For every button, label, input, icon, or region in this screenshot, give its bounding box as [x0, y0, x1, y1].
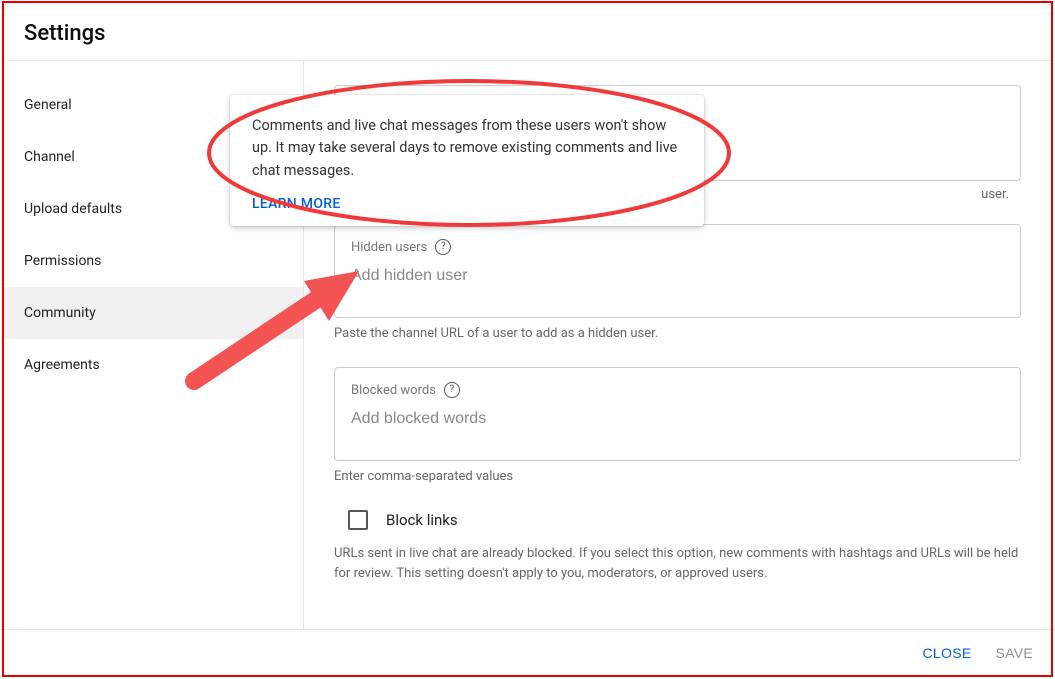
hidden-users-card: Hidden users ? [334, 224, 1021, 318]
block-links-label: Block links [386, 511, 458, 529]
blocked-words-input[interactable] [351, 410, 1004, 428]
help-icon[interactable]: ? [435, 239, 451, 255]
hidden-users-helper: Paste the channel URL of a user to add a… [334, 326, 1021, 341]
sidebar-item-agreements[interactable]: Agreements [4, 339, 303, 391]
hidden-users-label: Hidden users [351, 240, 427, 255]
tooltip-text: Comments and live chat messages from the… [252, 115, 682, 182]
dialog-footer: CLOSE SAVE [4, 629, 1051, 675]
hidden-user-input[interactable] [351, 267, 1004, 285]
blocked-words-helper: Enter comma-separated values [334, 469, 1021, 484]
close-button[interactable]: CLOSE [923, 645, 972, 661]
moderators-helper-tail: user. [981, 187, 1009, 202]
block-links-row: Block links [348, 510, 1021, 530]
block-links-description: URLs sent in live chat are already block… [334, 544, 1021, 583]
learn-more-link[interactable]: LEARN MORE [252, 196, 682, 212]
hidden-users-tooltip: Comments and live chat messages from the… [230, 95, 704, 226]
blocked-words-label: Blocked words [351, 383, 436, 398]
save-button[interactable]: SAVE [995, 645, 1033, 661]
page-title: Settings [24, 21, 1031, 46]
help-icon[interactable]: ? [444, 382, 460, 398]
sidebar-item-permissions[interactable]: Permissions [4, 235, 303, 287]
dialog-header: Settings [4, 3, 1051, 61]
sidebar-item-community[interactable]: Community [4, 287, 303, 339]
block-links-checkbox[interactable] [348, 510, 368, 530]
blocked-words-card: Blocked words ? [334, 367, 1021, 461]
